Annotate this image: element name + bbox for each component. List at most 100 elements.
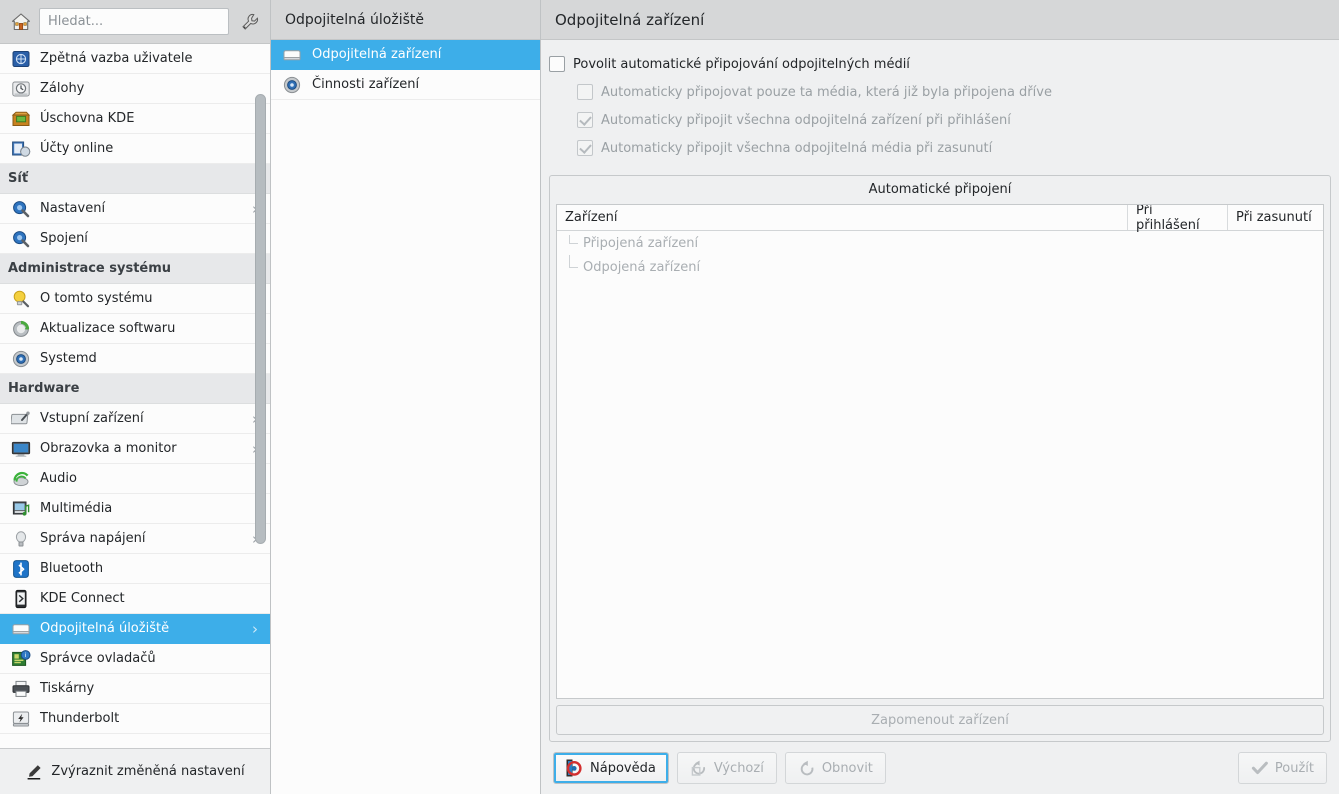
sidebar-category-4: Síť	[0, 164, 270, 194]
home-icon	[10, 11, 32, 33]
help-button[interactable]: Nápověda	[553, 752, 669, 784]
sidebar-item-label: Odpojitelná úložiště	[40, 621, 170, 636]
sidebar-item-label: Tiskárny	[40, 681, 95, 696]
sidebar-item-label: Správce ovladačů	[40, 651, 156, 666]
main-content: Povolit automatické připojování odpojite…	[541, 40, 1339, 742]
sidebar-item-12[interactable]: Vstupní zařízení›	[0, 404, 270, 434]
sidebar-scrollbar-thumb[interactable]	[255, 94, 266, 544]
module-column: Odpojitelná úložiště Odpojitelná zařízen…	[271, 0, 541, 794]
sidebar-item-label: Nastavení	[40, 201, 106, 216]
removable-devices-icon	[281, 44, 303, 66]
configure-button[interactable]	[237, 7, 262, 37]
systemd-icon	[10, 348, 32, 370]
reset-button[interactable]: Obnovit	[784, 752, 886, 784]
home-button[interactable]	[8, 7, 33, 37]
module-item-1[interactable]: Činnosti zařízení	[271, 70, 540, 100]
button-bar: Nápověda Výchozí Obnovit Použít	[541, 742, 1339, 794]
sidebar-item-label: Systemd	[40, 351, 97, 366]
sidebar-item-label: Účty online	[40, 141, 114, 156]
tree-branch-icon	[567, 231, 583, 255]
module-item-label: Činnosti zařízení	[312, 77, 420, 92]
apply-check-icon	[1251, 759, 1269, 777]
module-column-header: Odpojitelná úložiště	[271, 0, 540, 40]
driver-manager-icon: i	[10, 648, 32, 670]
sidebar-item-label: Bluetooth	[40, 561, 104, 576]
sidebar-item-22[interactable]: Thunderbolt	[0, 704, 270, 734]
column-header-on-attach[interactable]: Při zasunutí	[1228, 205, 1323, 230]
power-management-icon	[10, 528, 32, 550]
table-row-label: Připojená zařízení	[583, 235, 699, 251]
sidebar-category-11: Hardware	[0, 374, 270, 404]
table-row[interactable]: Připojená zařízení	[557, 231, 1323, 255]
sidebar-item-label: Správa napájení	[40, 531, 146, 546]
checkbox-0[interactable]	[549, 56, 565, 72]
sidebar-item-3[interactable]: Účty online	[0, 134, 270, 164]
search-input[interactable]	[39, 8, 229, 35]
sidebar-item-16[interactable]: Správa napájení›	[0, 524, 270, 554]
wrench-icon	[239, 11, 261, 33]
sidebar-item-15[interactable]: Multimédia	[0, 494, 270, 524]
sidebar-item-label: Audio	[40, 471, 77, 486]
audio-icon	[10, 468, 32, 490]
sidebar-item-label: Úschovna KDE	[40, 111, 135, 126]
printers-icon	[10, 678, 32, 700]
about-system-icon	[10, 288, 32, 310]
reset-button-label: Obnovit	[821, 760, 873, 776]
sidebar-scrollbar[interactable]	[255, 44, 266, 748]
module-item-0[interactable]: Odpojitelná zařízení	[271, 40, 540, 70]
sidebar-item-label: Spojení	[40, 231, 88, 246]
sidebar-item-label: KDE Connect	[40, 591, 125, 606]
sidebar-item-20[interactable]: i Správce ovladačů	[0, 644, 270, 674]
highlight-changed-settings-button[interactable]: Zvýraznit změněná nastavení	[0, 748, 270, 794]
help-button-label: Nápověda	[590, 760, 656, 776]
sidebar-item-5[interactable]: Nastavení›	[0, 194, 270, 224]
sidebar-item-19[interactable]: Odpojitelná úložiště ›	[0, 614, 270, 644]
sidebar-item-6[interactable]: Spojení	[0, 224, 270, 254]
forget-device-label: Zapomenout zařízení	[871, 712, 1009, 728]
sidebar-item-14[interactable]: Audio	[0, 464, 270, 494]
highlight-changed-settings-label: Zvýraznit změněná nastavení	[51, 764, 245, 779]
checkbox-row-2: Automaticky připojit všechna odpojitelná…	[549, 106, 1331, 134]
column-header-at-login[interactable]: Při přihlášení	[1128, 205, 1228, 233]
display-monitor-icon	[10, 438, 32, 460]
sidebar-item-17[interactable]: Bluetooth	[0, 554, 270, 584]
defaults-button[interactable]: Výchozí	[676, 752, 777, 784]
thunderbolt-icon	[10, 708, 32, 730]
backups-icon	[10, 78, 32, 100]
checkbox-row-0[interactable]: Povolit automatické připojování odpojite…	[549, 50, 1331, 78]
apply-button[interactable]: Použít	[1237, 752, 1327, 784]
removable-storage-icon	[10, 618, 32, 640]
sidebar-item-21[interactable]: Tiskárny	[0, 674, 270, 704]
checkbox-row-3: Automaticky připojit všechna odpojitelná…	[549, 134, 1331, 162]
checkbox-2	[577, 112, 593, 128]
sidebar-item-9[interactable]: Aktualizace softwaru	[0, 314, 270, 344]
sidebar-item-10[interactable]: Systemd	[0, 344, 270, 374]
table-row-label: Odpojená zařízení	[583, 259, 701, 275]
forget-device-button[interactable]: Zapomenout zařízení	[556, 705, 1324, 735]
automount-group: Automatické připojení Zařízení Při přihl…	[549, 175, 1331, 742]
system-settings-window: Zpětná vazba uživatele Zálohy Úschovna KDE…	[0, 0, 1339, 794]
checkbox-3	[577, 140, 593, 156]
sidebar-item-label: Aktualizace softwaru	[40, 321, 176, 336]
sidebar-item-2[interactable]: Úschovna KDE	[0, 104, 270, 134]
sidebar-item-18[interactable]: KDE Connect	[0, 584, 270, 614]
multimedia-icon	[10, 498, 32, 520]
module-item-label: Odpojitelná zařízení	[312, 47, 442, 62]
sidebar-item-13[interactable]: Obrazovka a monitor›	[0, 434, 270, 464]
checkbox-group: Povolit automatické připojování odpojite…	[549, 50, 1331, 162]
sidebar-item-0[interactable]: Zpětná vazba uživatele	[0, 44, 270, 74]
column-header-device[interactable]: Zařízení	[557, 205, 1128, 230]
checkbox-1	[577, 84, 593, 100]
page-title: Odpojitelná zařízení	[541, 0, 1339, 40]
highlighter-icon	[25, 763, 43, 781]
checkbox-label-0: Povolit automatické připojování odpojite…	[573, 56, 910, 72]
table-row[interactable]: Odpojená zařízení	[557, 255, 1323, 279]
sidebar-item-8[interactable]: O tomto systému	[0, 284, 270, 314]
checkbox-label-3: Automaticky připojit všechna odpojitelná…	[601, 140, 993, 156]
online-accounts-icon	[10, 138, 32, 160]
checkbox-label-2: Automaticky připojit všechna odpojitelná…	[601, 112, 1011, 128]
sidebar: Zpětná vazba uživatele Zálohy Úschovna KDE…	[0, 0, 271, 794]
defaults-icon	[690, 759, 708, 777]
sidebar-item-label: Zálohy	[40, 81, 85, 96]
sidebar-item-1[interactable]: Zálohy	[0, 74, 270, 104]
